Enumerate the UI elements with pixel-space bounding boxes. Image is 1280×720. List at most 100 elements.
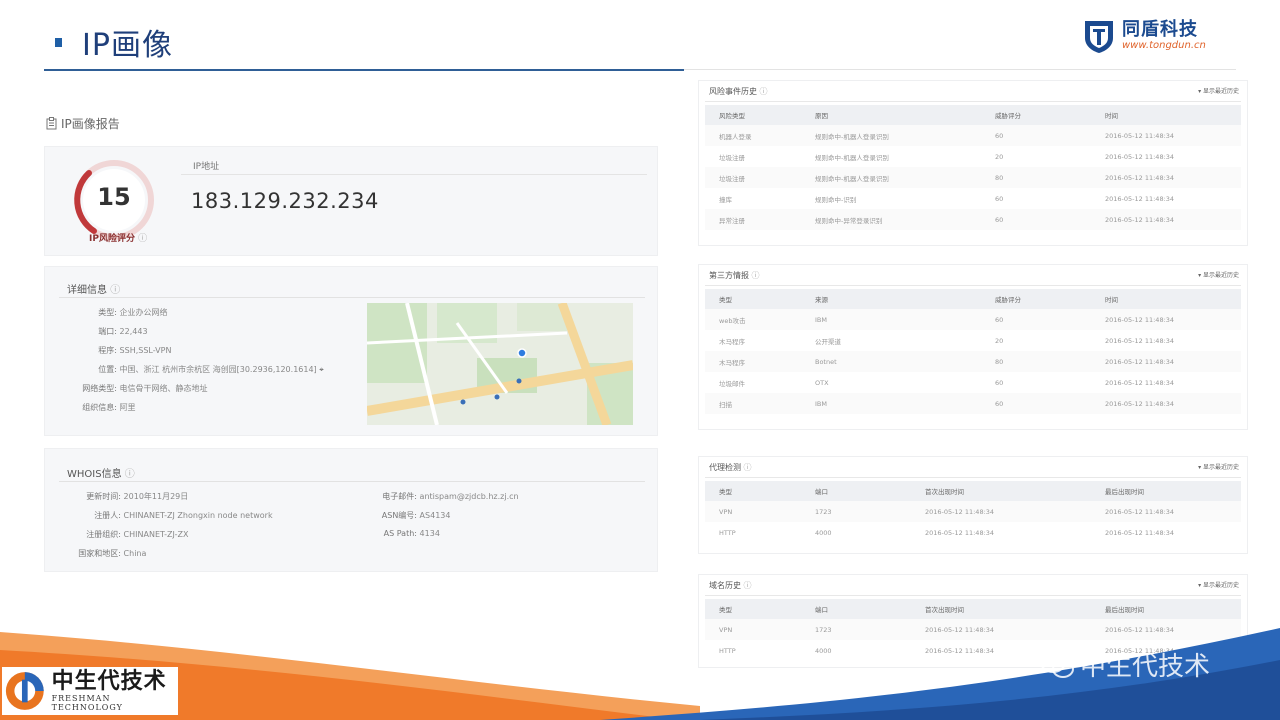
info-icon[interactable]: ⓘ bbox=[760, 87, 768, 96]
freshman-logo: 中生代技术 FRESHMAN TECHNOLOGY bbox=[2, 667, 178, 715]
whois-key: 注册人: bbox=[94, 511, 121, 520]
table-cell: 2016-05-12 11:48:34 bbox=[1105, 378, 1175, 387]
column-header: 风险类型 bbox=[719, 112, 745, 120]
table-cell: 木马程序 bbox=[719, 358, 745, 367]
detail-section-title-text: 详细信息 bbox=[67, 285, 107, 296]
table-cell: 60 bbox=[995, 194, 1004, 203]
detail-card: 详细信息 ⓘ 类型: 企业办公网络 端口: 22,443 程序: SSH,SSL… bbox=[44, 266, 658, 436]
whois-row: 电子邮件: antispam@zjdcb.hz.zj.cn bbox=[361, 491, 518, 502]
info-icon[interactable]: ⓘ bbox=[138, 234, 147, 244]
table-cell: 2016-05-12 11:48:34 bbox=[1105, 315, 1175, 324]
info-icon[interactable]: ⓘ bbox=[125, 469, 135, 480]
column-header: 类型 bbox=[719, 296, 732, 304]
whois-section-title: WHOIS信息 ⓘ bbox=[67, 465, 135, 480]
show-history-link[interactable]: ▾ 显示最近历史 bbox=[1198, 270, 1239, 279]
column-header: 原因 bbox=[815, 112, 828, 120]
table-cell: 2016-05-12 11:48:34 bbox=[1105, 152, 1175, 161]
table-cell: HTTP bbox=[719, 528, 736, 537]
slide: IP画像 同盾科技 www.tongdun.cn IP画像报告 15 IP风险评… bbox=[0, 0, 1280, 720]
table-row: 垃圾邮件 OTX 60 2016-05-12 11:48:34 bbox=[705, 372, 1241, 393]
whois-row: 注册人: CHINANET-ZJ Zhongxin node network bbox=[67, 510, 273, 521]
slide-title: IP画像 bbox=[55, 20, 173, 64]
map-graphic bbox=[367, 303, 633, 425]
risk-events-title: 风险事件历史 ⓘ bbox=[709, 86, 768, 97]
table-cell: 规则命中-机器人登录识别 bbox=[815, 174, 889, 183]
detail-row: 程序: SSH,SSL-VPN bbox=[67, 345, 171, 356]
risk-score-label-text: IP风险评分 bbox=[89, 234, 135, 244]
whois-value: CHINANET-ZJ Zhongxin node network bbox=[123, 511, 273, 520]
whois-value: 4134 bbox=[419, 529, 440, 538]
risk-events-card: 风险事件历史 ⓘ ▾ 显示最近历史 风险类型 原因 威胁评分 时间 机器人登录规… bbox=[698, 80, 1248, 246]
divider bbox=[181, 174, 647, 175]
detail-key: 程序: bbox=[98, 346, 117, 355]
location-pin-icon[interactable]: ⌖ bbox=[319, 365, 324, 374]
divider bbox=[705, 285, 1241, 286]
table-cell: 60 bbox=[995, 315, 1004, 324]
card-title-text: 域名历史 bbox=[709, 581, 741, 590]
whois-row: ASN编号: AS4134 bbox=[361, 510, 451, 521]
table-header: 类型 来源 威胁评分 时间 bbox=[705, 289, 1241, 309]
whois-card: WHOIS信息 ⓘ 更新时间: 2010年11月29日 注册人: CHINANE… bbox=[44, 448, 658, 572]
table-body: VPN 1723 2016-05-12 11:48:34 2016-05-12 11:… bbox=[705, 501, 1241, 543]
table-row: 垃圾注册 规则命中-机器人登录识别 20 2016-05-12 11:48:34 bbox=[705, 146, 1241, 167]
table-cell: 2016-05-12 11:48:34 bbox=[925, 507, 995, 516]
column-header: 类型 bbox=[719, 606, 732, 614]
column-header: 来源 bbox=[815, 296, 828, 304]
column-header: 威胁评分 bbox=[995, 296, 1021, 304]
whois-value: 2010年11月29日 bbox=[123, 492, 189, 501]
whois-key: 注册组织: bbox=[86, 530, 121, 539]
column-header: 类型 bbox=[719, 488, 732, 496]
table-header: 类型 端口 首次出现时间 最后出现时间 bbox=[705, 481, 1241, 501]
detail-value: 电信骨干网络、静态地址 bbox=[119, 384, 208, 393]
table-cell: 60 bbox=[995, 378, 1004, 387]
whois-key: AS Path: bbox=[383, 529, 417, 538]
score-card: 15 IP风险评分 ⓘ IP地址 183.129.232.234 bbox=[44, 146, 658, 256]
detail-value: 阿里 bbox=[119, 403, 136, 412]
whois-key: 电子邮件: bbox=[382, 492, 417, 501]
column-header: 端口 bbox=[815, 488, 828, 496]
proxy-detection-card: 代理检测 ⓘ ▾ 显示最近历史 类型 端口 首次出现时间 最后出现时间 VPN 1… bbox=[698, 456, 1248, 554]
table-cell: 垃圾邮件 bbox=[719, 379, 745, 388]
detail-row: 组织信息: 阿里 bbox=[67, 402, 136, 413]
table-cell: 垃圾注册 bbox=[719, 174, 745, 183]
table-cell: 60 bbox=[995, 215, 1004, 224]
table-cell: 2016-05-12 11:48:34 bbox=[1105, 194, 1175, 203]
whois-value: AS4134 bbox=[419, 511, 451, 520]
whois-value: China bbox=[123, 549, 147, 558]
show-history-link[interactable]: ▾ 显示最近历史 bbox=[1198, 580, 1239, 589]
table-cell: 4000 bbox=[815, 528, 832, 537]
company-name: 同盾科技 bbox=[1122, 19, 1198, 40]
column-header: 最后出现时间 bbox=[1105, 488, 1144, 496]
detail-row: 端口: 22,443 bbox=[67, 326, 147, 337]
info-icon[interactable]: ⓘ bbox=[744, 581, 752, 590]
divider bbox=[59, 481, 645, 482]
ip-address-label: IP地址 bbox=[193, 162, 220, 172]
location-map[interactable] bbox=[367, 303, 633, 425]
table-cell: 规则命中-识别 bbox=[815, 195, 857, 204]
table-cell: 扫描 bbox=[719, 400, 732, 409]
table-cell: 2016-05-12 11:48:34 bbox=[1105, 507, 1175, 516]
watermark-text: 中生代技术 bbox=[1080, 652, 1211, 682]
info-icon[interactable]: ⓘ bbox=[110, 285, 120, 296]
table-row: 木马程序 Botnet 80 2016-05-12 11:48:34 bbox=[705, 351, 1241, 372]
title-underline-light bbox=[684, 69, 1236, 70]
table-header: 风险类型 原因 威胁评分 时间 bbox=[705, 105, 1241, 125]
table-cell: 2016-05-12 11:48:34 bbox=[1105, 131, 1175, 140]
detail-value: 企业办公网络 bbox=[119, 308, 168, 317]
info-icon[interactable]: ⓘ bbox=[752, 271, 760, 280]
table-cell: VPN bbox=[719, 507, 733, 516]
column-header: 端口 bbox=[815, 606, 828, 614]
table-cell: 2016-05-12 11:48:34 bbox=[1105, 357, 1175, 366]
threat-intel-table: 类型 来源 威胁评分 时间 web攻击 IBM 60 2016-05-12 11:48… bbox=[705, 289, 1241, 414]
table-cell: 80 bbox=[995, 173, 1004, 182]
table-cell: 80 bbox=[995, 357, 1004, 366]
table-row: 垃圾注册 规则命中-机器人登录识别 80 2016-05-12 11:48:34 bbox=[705, 167, 1241, 188]
divider bbox=[59, 297, 645, 298]
table-cell: 20 bbox=[995, 336, 1004, 345]
whois-value: CHINANET-ZJ-ZX bbox=[123, 530, 189, 539]
card-title-text: 代理检测 bbox=[709, 463, 741, 472]
show-history-link[interactable]: ▾ 显示最近历史 bbox=[1198, 462, 1239, 471]
table-row: 异常注册 规则命中-异常登录识别 60 2016-05-12 11:48:34 bbox=[705, 209, 1241, 230]
info-icon[interactable]: ⓘ bbox=[744, 463, 752, 472]
show-history-link[interactable]: ▾ 显示最近历史 bbox=[1198, 86, 1239, 95]
